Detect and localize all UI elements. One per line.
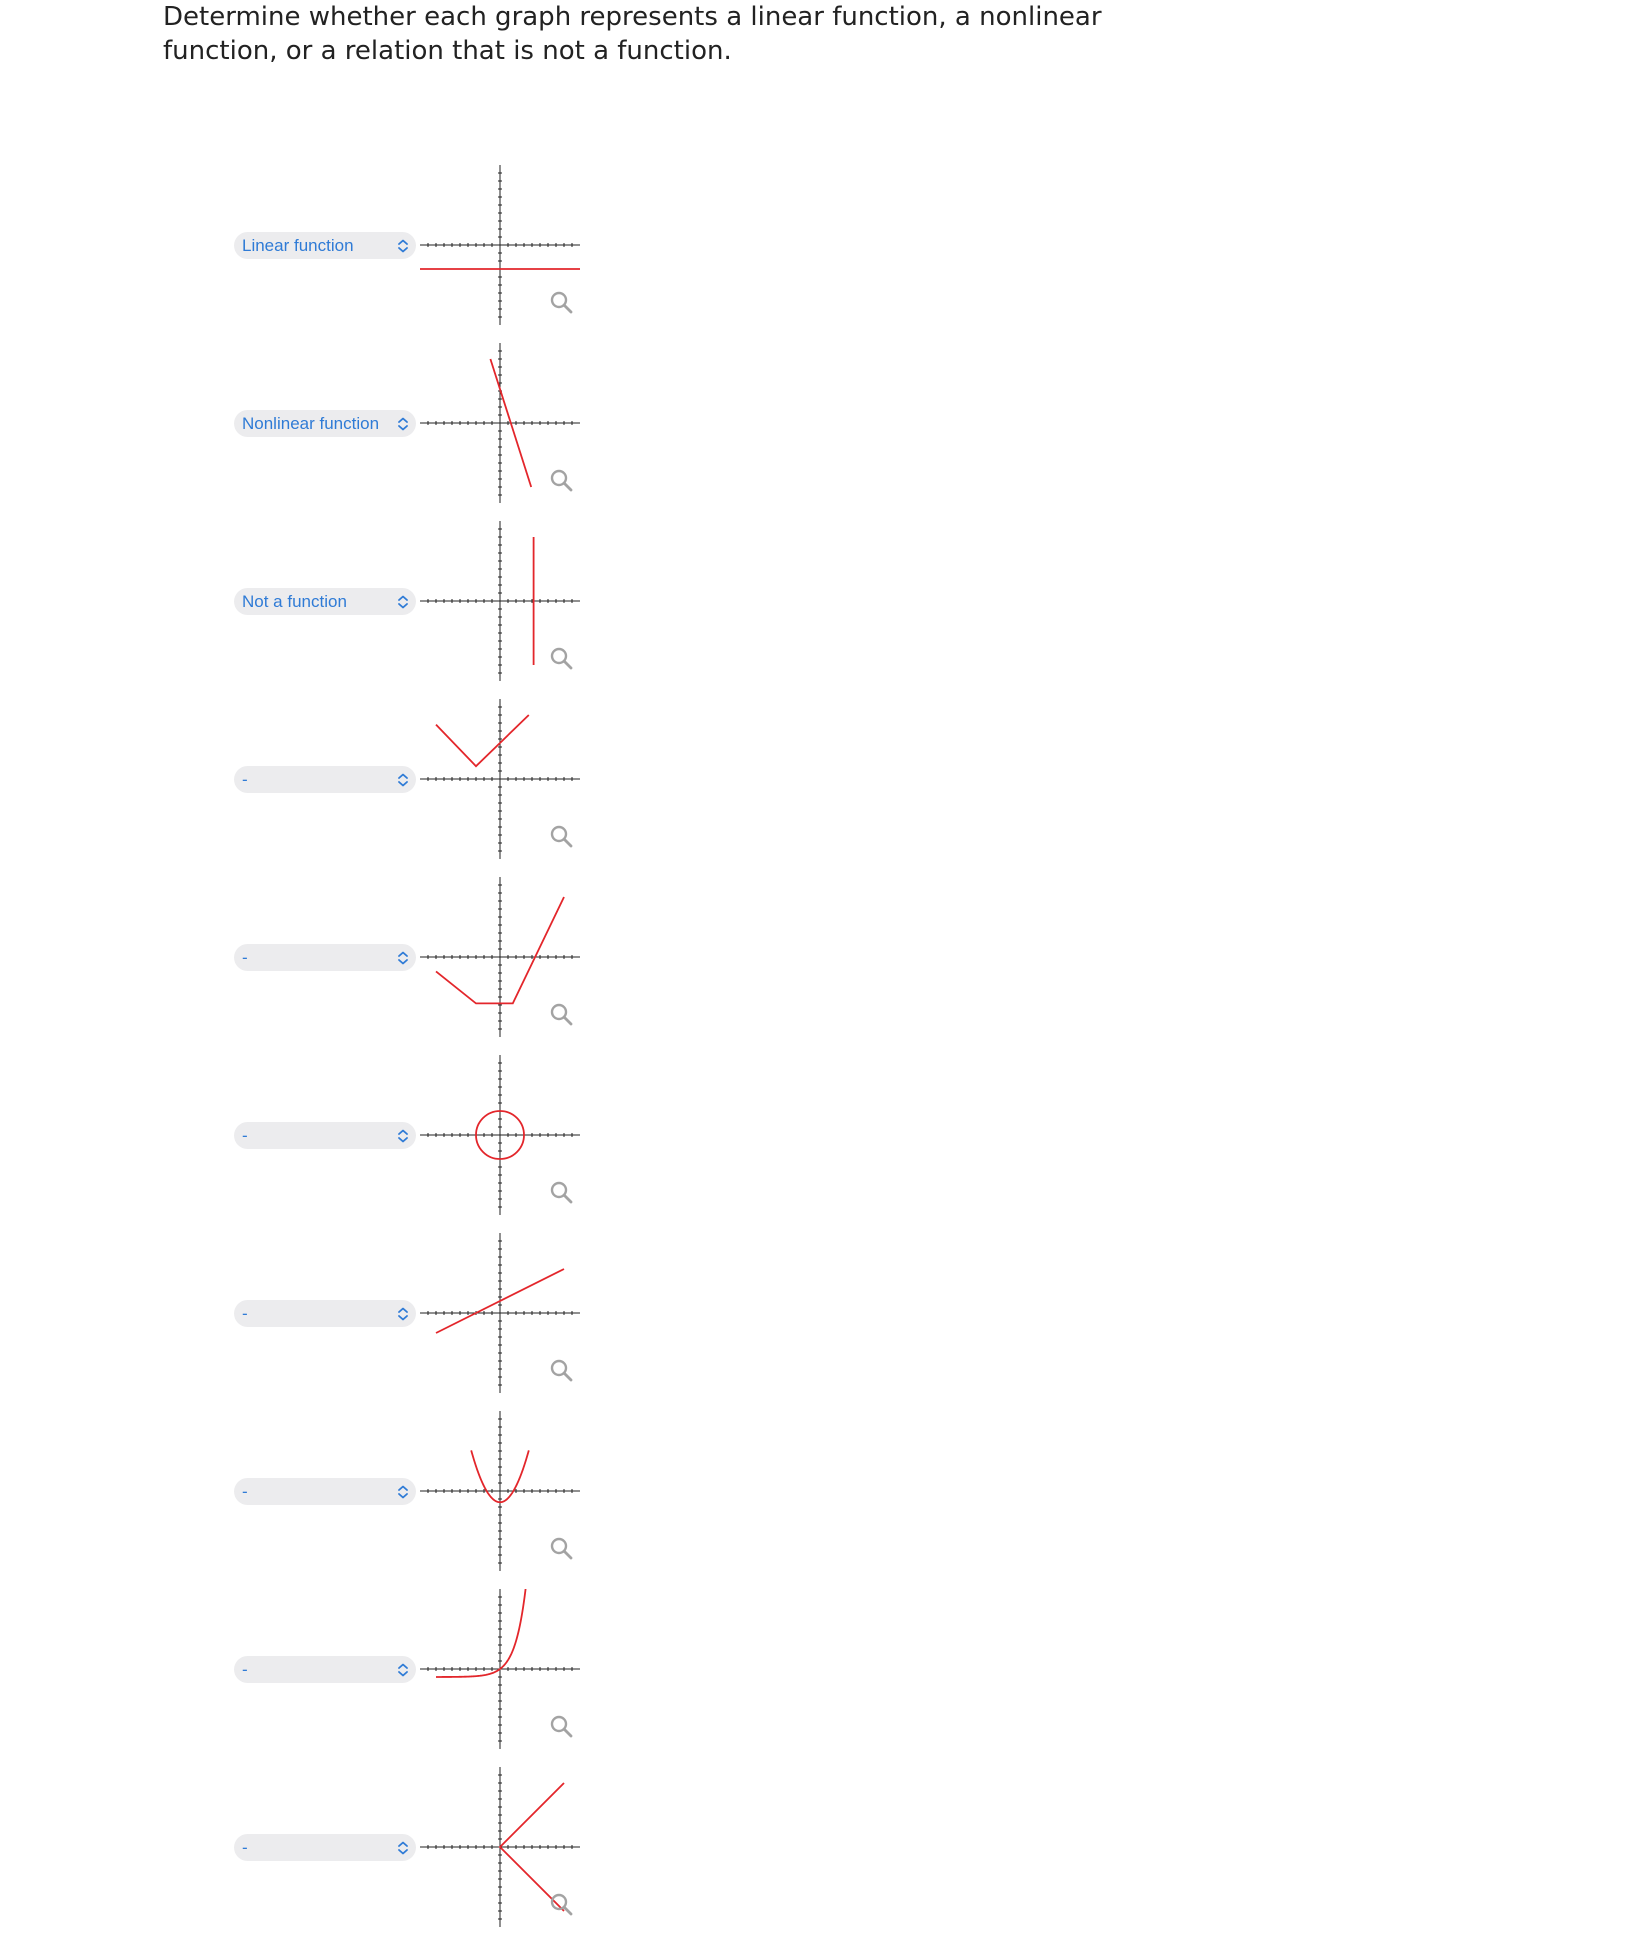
magnifier-icon[interactable] [548, 823, 576, 851]
chevron-up-down-icon [396, 1484, 410, 1500]
answer-select-value: - [242, 1660, 248, 1679]
magnifier-icon[interactable] [548, 1357, 576, 1385]
answer-select-value: Not a function [242, 592, 347, 611]
magnifier-icon[interactable] [548, 467, 576, 495]
graph-row: - [0, 1233, 700, 1403]
magnifier-icon[interactable] [548, 1891, 576, 1919]
chevron-up-down-icon [396, 1662, 410, 1678]
graph-row: - [0, 1767, 700, 1937]
answer-select[interactable]: - [234, 1300, 416, 1327]
graph-row: - [0, 877, 700, 1047]
chevron-up-down-icon [396, 416, 410, 432]
graph-row: - [0, 1411, 700, 1581]
answer-select[interactable]: Not a function [234, 588, 416, 615]
magnifier-icon[interactable] [548, 1179, 576, 1207]
graph-row: - [0, 1055, 700, 1225]
magnifier-icon[interactable] [548, 1713, 576, 1741]
graph-row: - [0, 699, 700, 869]
graph-row: Linear function [0, 165, 700, 335]
answer-select[interactable]: - [234, 1656, 416, 1683]
magnifier-icon[interactable] [548, 1535, 576, 1563]
chevron-up-down-icon [396, 1128, 410, 1144]
graph-row: Not a function [0, 521, 700, 691]
answer-select-value: Linear function [242, 236, 354, 255]
answer-select[interactable]: - [234, 1122, 416, 1149]
graph-row: - [0, 1589, 700, 1759]
answer-select[interactable]: - [234, 766, 416, 793]
answer-select[interactable]: - [234, 944, 416, 971]
graph-row: Nonlinear function [0, 343, 700, 513]
magnifier-icon[interactable] [548, 645, 576, 673]
answer-select[interactable]: - [234, 1834, 416, 1861]
answer-select-value: - [242, 770, 248, 789]
answer-select[interactable]: - [234, 1478, 416, 1505]
chevron-up-down-icon [396, 1306, 410, 1322]
chevron-up-down-icon [396, 950, 410, 966]
answer-select[interactable]: Nonlinear function [234, 410, 416, 437]
answer-select-value: Nonlinear function [242, 414, 380, 433]
question-prompt: Determine whether each graph represents … [163, 2, 1102, 66]
chevron-up-down-icon [396, 772, 410, 788]
answer-select-value: - [242, 1304, 248, 1323]
answer-select-value: - [242, 1126, 248, 1145]
chevron-up-down-icon [396, 594, 410, 610]
answer-select-value: - [242, 1482, 248, 1501]
chevron-up-down-icon [396, 1840, 410, 1856]
answer-select[interactable]: Linear function [234, 232, 416, 259]
magnifier-icon[interactable] [548, 289, 576, 317]
magnifier-icon[interactable] [548, 1001, 576, 1029]
answer-select-value: - [242, 948, 248, 967]
chevron-up-down-icon [396, 238, 410, 254]
answer-select-value: - [242, 1838, 248, 1857]
